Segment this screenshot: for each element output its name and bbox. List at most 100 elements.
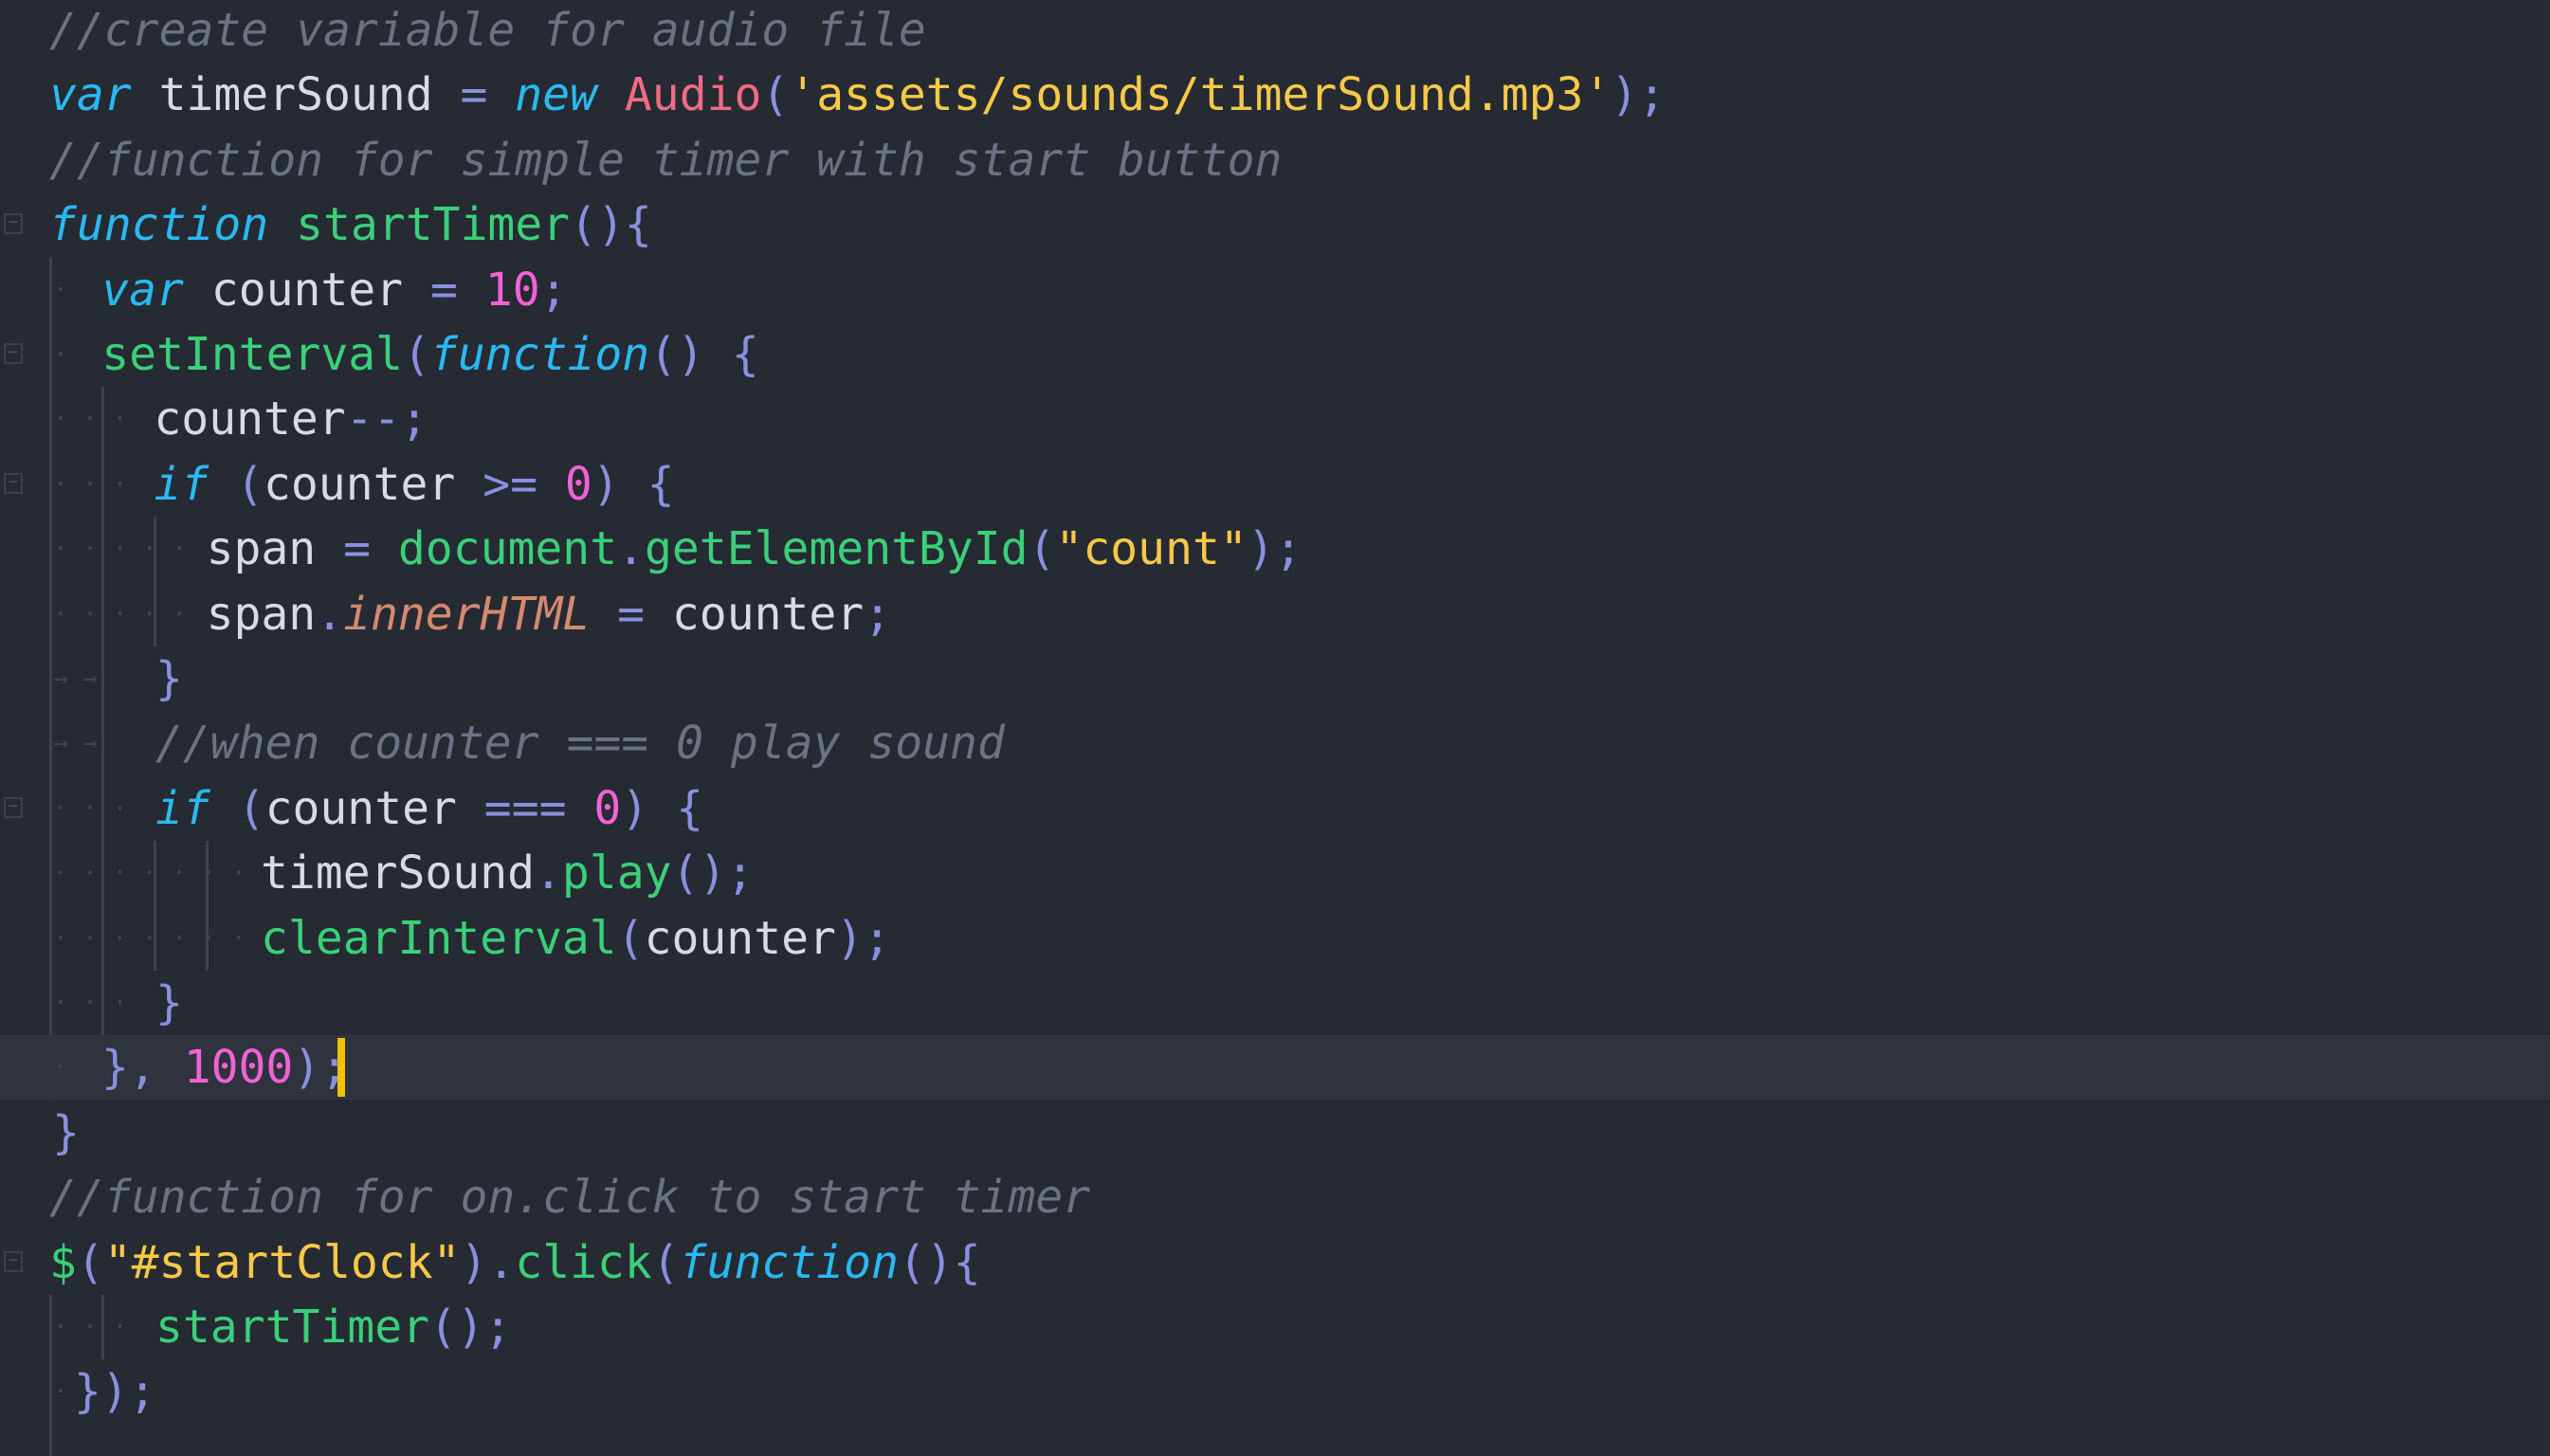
code-text: startTimer(); [155,1295,512,1359]
code-token: //function for on.click to start timer [49,1171,1091,1225]
code-token: } [155,652,183,705]
code-token: document [397,522,618,576]
code-line[interactable]: · · · } [0,971,2550,1035]
code-line[interactable]: } [0,1101,2550,1165]
code-token: }, [101,1041,156,1095]
code-token: . [316,587,344,641]
code-text: } [155,971,183,1035]
whitespace-marker-icon: · [53,1377,68,1407]
code-token: 0 [564,457,592,511]
code-token: "count" [1055,522,1248,576]
code-token: if [154,457,209,511]
code-line[interactable]: − · · · if (counter === 0) { [0,776,2550,841]
whitespace-marker-icon: · · · [53,1313,142,1341]
code-line[interactable]: − function startTimer(){ [0,192,2550,257]
code-token: ) [621,781,649,835]
code-line[interactable]: · · · · · · · clearInterval(counter); [0,906,2550,971]
code-line[interactable]: · · · · · span = document.getElementById(… [0,517,2550,581]
code-token: = [617,587,645,641]
code-token: (){ [570,198,652,252]
code-token: --; [345,392,428,446]
code-token: if [155,781,210,835]
code-line[interactable]: · · · counter--; [0,387,2550,451]
code-text: } [52,1101,80,1165]
fold-toggle-icon[interactable]: − [4,343,23,364]
code-line[interactable]: · var counter = 10; [0,258,2550,322]
code-token: counter [645,587,865,641]
code-token: ( [237,781,265,835]
code-token: clearInterval [261,911,617,965]
fold-toggle-icon[interactable]: − [4,796,23,818]
code-token: function [49,198,269,252]
code-text: if (counter === 0) { [155,776,703,841]
whitespace-marker-icon: · · · · · · · [53,923,246,953]
fold-toggle-icon[interactable]: − [4,1250,23,1272]
fold-toggle-icon[interactable]: − [4,472,23,494]
code-token: 'assets/sounds/timerSound.mp3' [789,68,1612,122]
code-text: counter--; [154,387,428,451]
code-line[interactable]: → → //when counter === 0 play sound [0,711,2550,775]
whitespace-marker-icon: · · · · · [53,599,187,628]
code-token: ( [651,1235,680,1289]
code-line[interactable]: · · · · · span.innerHTML = counter; [0,582,2550,646]
code-token: span [206,587,317,641]
code-token: 0 [593,781,622,835]
code-text: if (counter >= 0) { [154,452,674,517]
whitespace-marker-icon: · · · [53,793,142,823]
code-token: var [49,68,132,122]
code-line[interactable]: − · · · if (counter >= 0) { [0,452,2550,517]
code-token: counter [264,781,484,835]
code-text: var timerSound = new Audio('assets/sound… [49,63,1666,127]
whitespace-marker-icon: · · · [53,405,142,434]
code-token: Audio [624,68,762,122]
code-line[interactable]: · · · · · · · timerSound.play(); [0,841,2550,905]
code-token: //create variable for audio file [49,4,926,57]
code-token: ); [1611,68,1667,122]
code-token: ); [835,911,891,965]
code-line[interactable]: − $("#startClock").click(function(){ [0,1230,2550,1295]
code-line[interactable]: · · · startTimer(); [0,1295,2550,1359]
fold-toggle-icon[interactable]: − [4,213,23,235]
code-text: //create variable for audio file [49,0,926,63]
whitespace-marker-icon: · · · [53,469,142,499]
code-token: var [101,263,184,317]
code-text: $("#startClock").click(function(){ [49,1230,981,1295]
code-token: ( [236,457,264,511]
code-token: timerSound [131,68,461,122]
code-token: } [52,1105,80,1159]
code-text: setInterval(function() { [101,322,759,387]
code-token: $ [49,1235,77,1289]
code-token: //when counter === 0 play sound [155,717,1005,771]
code-token: ; [539,263,568,317]
code-line[interactable]: //create variable for audio file [0,0,2550,63]
whitespace-marker-icon: · [53,340,83,369]
code-line[interactable]: ·}); [0,1359,2550,1424]
code-token: counter [644,911,836,965]
code-token: = [343,522,371,576]
code-token: new [515,68,597,122]
code-line[interactable]: //function for simple timer with start b… [0,128,2550,192]
code-token: = [429,263,458,317]
code-line[interactable]: //function for on.click to start timer [0,1165,2550,1229]
code-editor[interactable]: //create variable for audio file var time… [0,0,2550,1456]
code-token: = [460,68,488,122]
code-token: } [155,976,183,1029]
code-line[interactable]: − · setInterval(function() { [0,322,2550,387]
code-line[interactable]: → →} [0,646,2550,711]
code-token: counter [154,392,346,446]
code-text: }); [74,1359,156,1424]
code-line[interactable]: var timerSound = new Audio('assets/sound… [0,63,2550,127]
whitespace-marker-icon: · [53,275,83,304]
code-text: timerSound.play(); [261,841,754,905]
code-text: var counter = 10; [101,258,567,322]
code-token: timerSound [261,846,535,901]
active-code-line[interactable]: · }, 1000); [0,1035,2550,1101]
indent-guide [49,1424,52,1456]
code-token: ( [616,911,645,965]
code-token: (); [671,846,755,901]
code-text: //function for simple timer with start b… [49,128,1282,192]
